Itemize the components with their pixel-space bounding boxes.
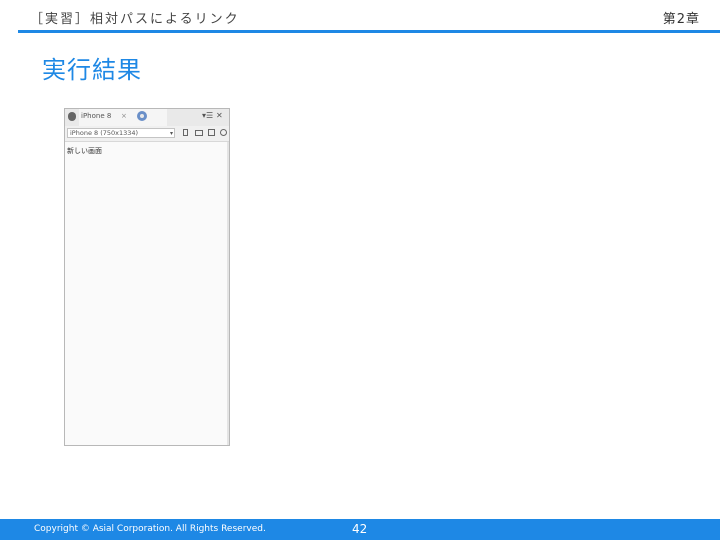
- close-icon[interactable]: ×: [121, 112, 127, 120]
- apple-icon: [68, 112, 76, 121]
- header-rule: [18, 30, 720, 33]
- rotate-icon[interactable]: [220, 129, 227, 136]
- device-select-value: iPhone 8 (750x1334): [70, 129, 139, 137]
- screen-text: 新しい画面: [67, 147, 102, 155]
- expand-icon[interactable]: ✕: [216, 112, 223, 120]
- simulator-tab-label: iPhone 8: [81, 112, 112, 120]
- simulator-toolbar: iPhone 8 (750x1334) ▾: [65, 126, 229, 142]
- chevron-down-icon: ▾: [169, 130, 173, 137]
- landscape-icon[interactable]: [195, 130, 203, 136]
- page-number: 42: [352, 522, 368, 536]
- portrait-icon[interactable]: [183, 129, 188, 136]
- copyright-text: Copyright © Asial Corporation. All Right…: [34, 524, 266, 534]
- header-title: ［実習］相対パスによるリンク: [30, 12, 240, 27]
- slide-title: 実行結果: [42, 56, 142, 84]
- menu-icon[interactable]: ▾☰: [202, 112, 213, 120]
- scrollbar[interactable]: [227, 142, 229, 445]
- footer-bar: Copyright © Asial Corporation. All Right…: [0, 519, 720, 540]
- simulator-tab[interactable]: iPhone 8 ×: [79, 109, 167, 126]
- simulator-window: iPhone 8 × ▾☰ ✕ iPhone 8 (750x1334) ▾ 新し…: [64, 108, 230, 446]
- simulator-tabbar: iPhone 8 × ▾☰ ✕: [65, 109, 229, 127]
- add-tab-icon[interactable]: [137, 111, 147, 121]
- screenshot-icon[interactable]: [208, 129, 215, 136]
- chapter-label: 第2章: [662, 12, 700, 27]
- simulator-screen: 新しい画面: [65, 142, 229, 445]
- device-select[interactable]: iPhone 8 (750x1334) ▾: [67, 128, 175, 138]
